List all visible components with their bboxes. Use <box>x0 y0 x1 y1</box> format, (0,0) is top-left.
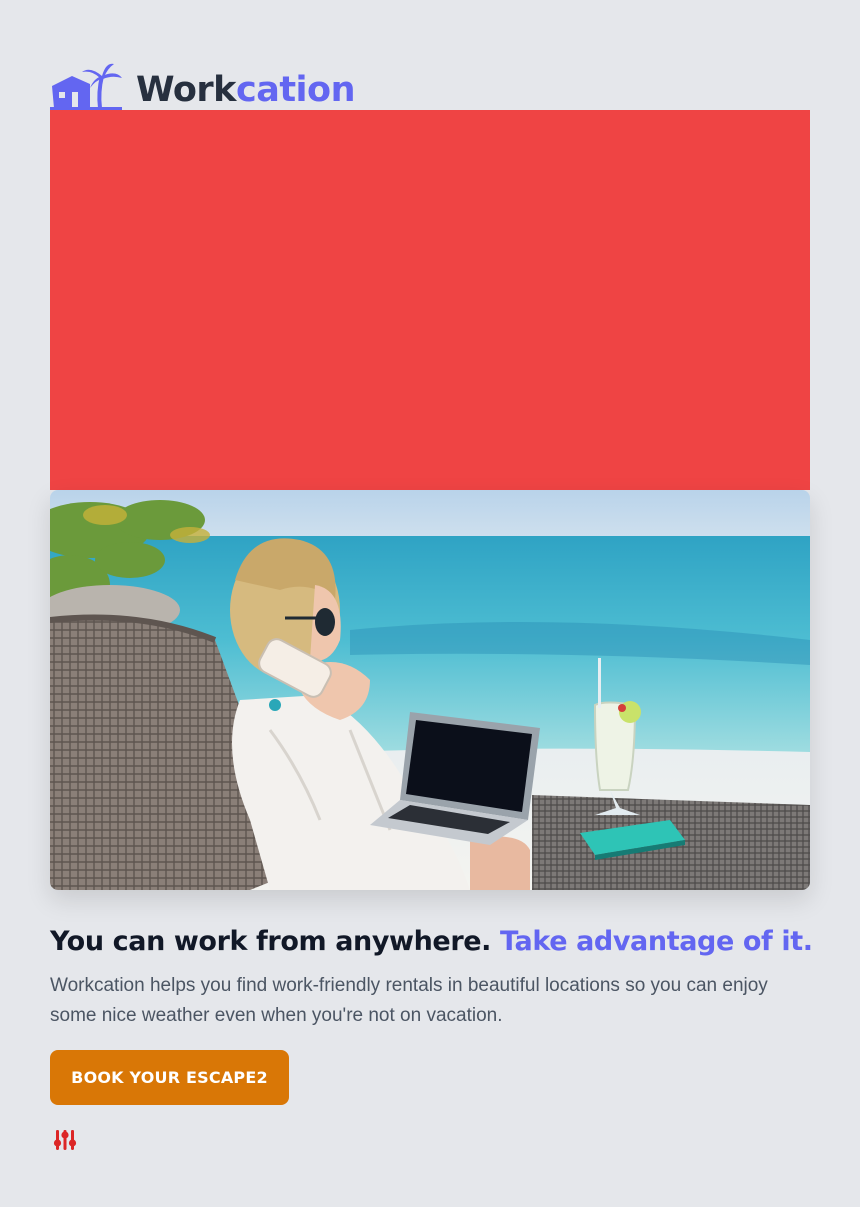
brand-name-part2: cation <box>235 70 356 110</box>
page-headline: You can work from anywhere. Take advanta… <box>50 922 820 962</box>
sliders-icon <box>53 1130 77 1150</box>
book-escape-button[interactable]: BOOK YOUR ESCAPE2 <box>50 1050 289 1105</box>
settings-button[interactable] <box>53 1128 77 1152</box>
hero-photo <box>50 490 810 890</box>
page-description: Workcation helps you find work-friendly … <box>50 975 768 1026</box>
brand-logo[interactable]: Workcation <box>50 60 356 110</box>
brand-name-part1: Work <box>136 70 236 110</box>
brand-name: Workcation <box>136 70 356 110</box>
beach-workcation-photo <box>50 490 810 890</box>
headline-main: You can work from anywhere. <box>50 926 501 957</box>
palm-house-logo-icon <box>50 63 122 110</box>
hero-color-panel <box>50 110 810 490</box>
headline-accent: Take advantage of it. <box>500 926 813 957</box>
landing-page: Workcation You can work from anywhere. T… <box>0 0 860 1207</box>
